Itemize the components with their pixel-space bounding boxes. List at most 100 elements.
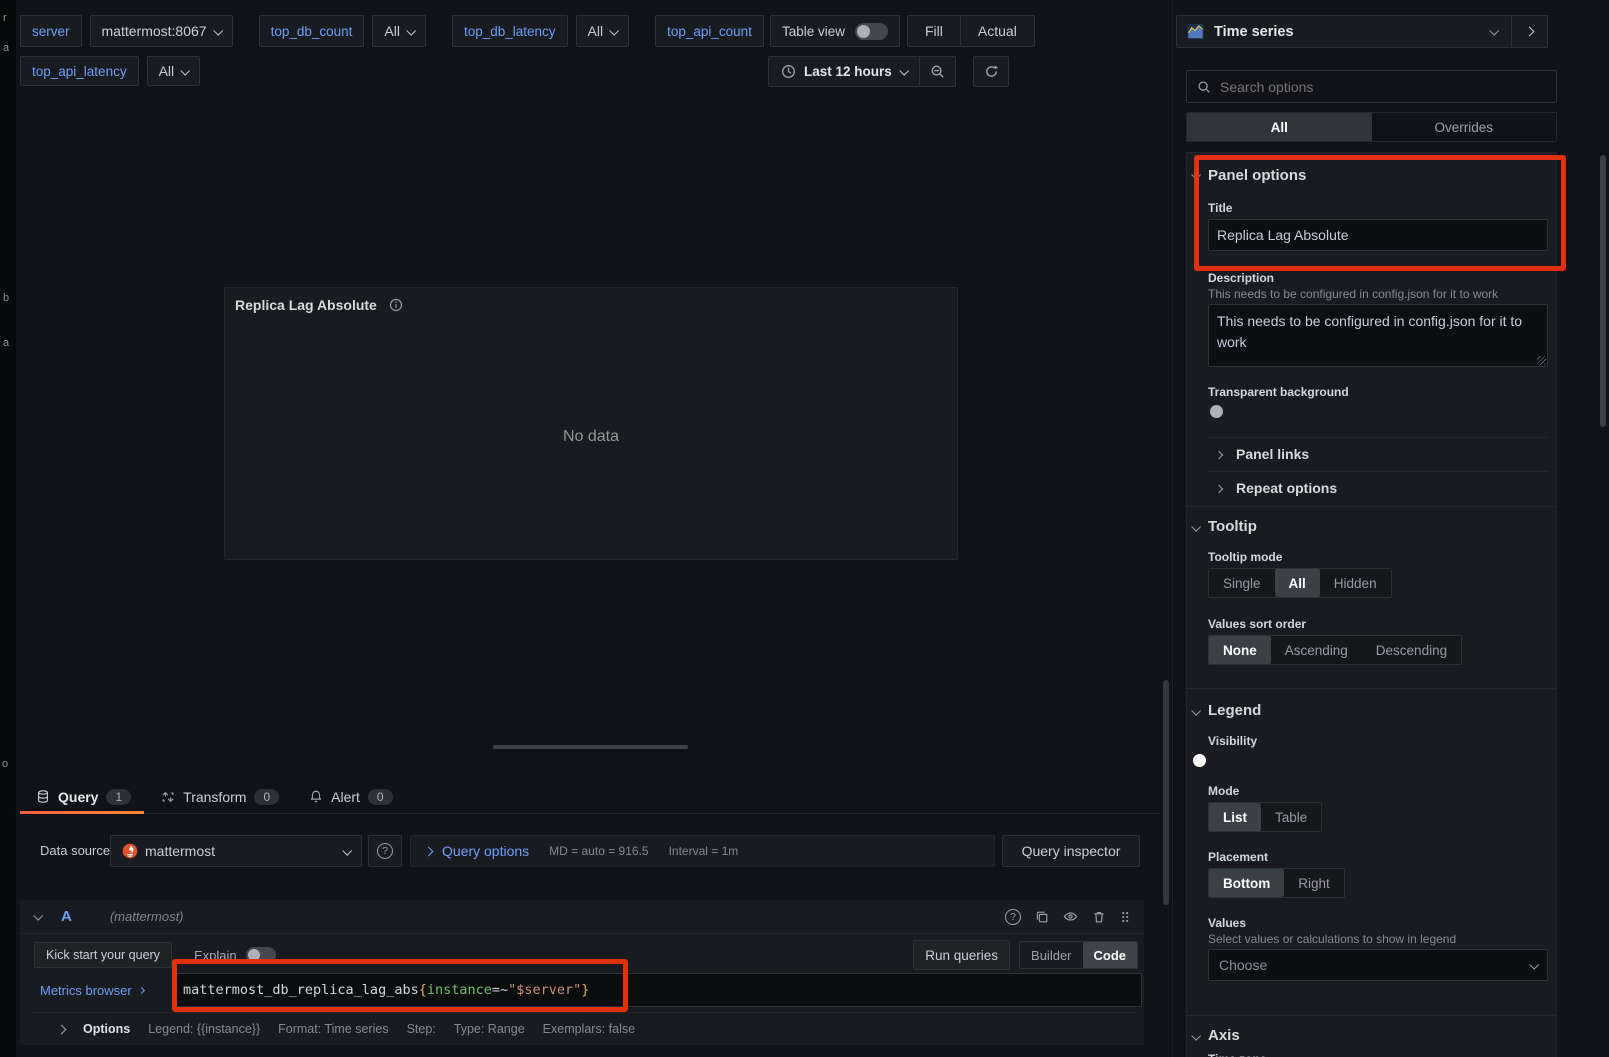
metrics-browser-link[interactable]: Metrics browser — [34, 974, 150, 1006]
chevron-right-icon — [1525, 27, 1535, 37]
legend-values-label: Values — [1208, 916, 1246, 930]
alert-count-badge: 0 — [368, 789, 393, 805]
panel-title[interactable]: Replica Lag Absolute — [235, 297, 377, 313]
promql-expression-input[interactable]: mattermost_db_replica_lag_abs{instance=~… — [172, 973, 1142, 1007]
tooltip-mode-label: Tooltip mode — [1208, 550, 1282, 564]
legend-table-option[interactable]: Table — [1261, 803, 1321, 831]
run-queries-button[interactable]: Run queries — [913, 940, 1010, 970]
query-options-toggle[interactable]: Query options — [425, 843, 529, 859]
chevron-down-icon — [342, 845, 352, 855]
panel-links-collapse[interactable]: Panel links — [1236, 446, 1309, 462]
query-row-header[interactable]: A (mattermost) ? — [20, 900, 1144, 934]
datasource-picker[interactable]: mattermost — [110, 835, 362, 867]
tab-transform[interactable]: Transform 0 — [161, 789, 279, 805]
repeat-options-collapse[interactable]: Repeat options — [1236, 480, 1337, 496]
tooltip-hidden-option[interactable]: Hidden — [1320, 569, 1391, 597]
bell-icon — [309, 789, 323, 804]
builder-option[interactable]: Builder — [1020, 942, 1082, 968]
tab-query[interactable]: Query 1 — [36, 789, 131, 805]
variable-value-top-db-latency[interactable]: All — [576, 15, 630, 47]
description-help-text: This needs to be configured in config.js… — [1208, 287, 1498, 301]
fill-actual-group: Fill Actual — [907, 15, 1035, 47]
variable-label-top-db-latency[interactable]: top_db_latency — [452, 15, 568, 47]
expr-operator: =~ — [492, 982, 508, 998]
sort-ascending-option[interactable]: Ascending — [1271, 636, 1362, 664]
query-help-icon[interactable]: ? — [1005, 909, 1021, 925]
edge-text-fragment: b — [3, 292, 9, 304]
legend-values-help: Select values or calculations to show in… — [1208, 932, 1456, 946]
pane-resize-handle[interactable] — [493, 745, 688, 749]
variable-label-top-api-count[interactable]: top_api_count — [655, 15, 764, 47]
code-option[interactable]: Code — [1083, 942, 1138, 968]
panel-title-input[interactable] — [1208, 219, 1548, 251]
transform-count-badge: 0 — [254, 789, 279, 805]
edge-text-fragment: a — [3, 337, 9, 349]
variable-value-top-db-count[interactable]: All — [372, 15, 426, 47]
grafana-panel-editor: r a b a o server mattermost:8067 top_db_… — [0, 0, 1609, 1057]
placement-right-option[interactable]: Right — [1284, 869, 1344, 897]
search-options-input[interactable] — [1220, 79, 1546, 95]
legend-section-header[interactable]: Legend — [1208, 702, 1261, 719]
prometheus-icon — [122, 843, 138, 859]
variable-label-top-api-latency[interactable]: top_api_latency — [20, 56, 139, 86]
template-variables-row1: server mattermost:8067 top_db_count All … — [20, 15, 826, 47]
legend-list-option[interactable]: List — [1209, 803, 1261, 831]
actual-button[interactable]: Actual — [961, 16, 1034, 46]
zoom-out-button[interactable] — [920, 57, 955, 86]
legend-mode-label: Mode — [1208, 784, 1239, 798]
variable-value-top-api-latency[interactable]: All — [147, 56, 201, 86]
legend-placement-control: Bottom Right — [1208, 868, 1345, 898]
legend-values-select[interactable]: Choose — [1208, 949, 1548, 981]
kick-start-query-button[interactable]: Kick start your query — [34, 942, 172, 968]
visualization-picker[interactable]: Time series — [1176, 15, 1548, 48]
query-inspector-button[interactable]: Query inspector — [1002, 835, 1140, 867]
duplicate-icon[interactable] — [1035, 910, 1049, 924]
variable-value-server[interactable]: mattermost:8067 — [90, 15, 233, 47]
legend-summary: Legend: {{instance}} — [148, 1022, 260, 1036]
visualization-name: Time series — [1214, 24, 1294, 40]
panel-preview: Replica Lag Absolute No data — [224, 287, 958, 560]
resize-grip-icon[interactable] — [1537, 356, 1546, 365]
panel-options-header[interactable]: Panel options — [1208, 167, 1306, 184]
eye-icon[interactable] — [1063, 909, 1078, 924]
sidebar-scrollbar[interactable] — [1600, 155, 1606, 427]
axis-section-header[interactable]: Axis — [1208, 1027, 1240, 1044]
expr-metric: mattermost_db_replica_lag_abs — [183, 982, 419, 998]
drag-handle-icon[interactable] — [1120, 910, 1130, 924]
collapse-options-button[interactable] — [1511, 16, 1547, 47]
sort-none-option[interactable]: None — [1209, 636, 1271, 664]
tab-all[interactable]: All — [1187, 113, 1372, 141]
tooltip-section-header[interactable]: Tooltip — [1208, 518, 1257, 535]
explain-switch[interactable] — [246, 947, 276, 963]
info-icon[interactable] — [389, 298, 403, 312]
panel-description-textarea[interactable]: This needs to be configured in config.js… — [1208, 304, 1548, 367]
variable-label-server[interactable]: server — [20, 15, 82, 47]
zoom-out-icon — [930, 64, 945, 79]
chevron-right-icon — [138, 986, 145, 993]
datasource-help-button[interactable]: ? — [368, 835, 402, 867]
template-variables-row2: top_api_latency All — [20, 56, 200, 86]
placement-bottom-option[interactable]: Bottom — [1209, 869, 1284, 897]
max-data-points-summary: MD = auto = 916.5 — [549, 844, 648, 858]
values-sort-order-control: None Ascending Descending — [1208, 635, 1462, 665]
variable-label-top-db-count[interactable]: top_db_count — [259, 15, 365, 47]
tab-overrides[interactable]: Overrides — [1372, 113, 1557, 141]
main-scrollbar[interactable] — [1163, 680, 1169, 905]
chevron-down-icon — [899, 66, 909, 76]
sort-descending-option[interactable]: Descending — [1362, 636, 1461, 664]
tooltip-mode-control: Single All Hidden — [1208, 568, 1392, 598]
search-options-box[interactable] — [1186, 70, 1557, 103]
editor-tabs: Query 1 Transform 0 Alert 0 — [20, 780, 1160, 814]
time-range-picker[interactable]: Last 12 hours — [769, 57, 920, 86]
trash-icon[interactable] — [1092, 910, 1106, 924]
chevron-down-icon — [1529, 959, 1539, 969]
tab-alert[interactable]: Alert 0 — [309, 789, 392, 805]
tooltip-all-option[interactable]: All — [1275, 569, 1320, 597]
fill-button[interactable]: Fill — [908, 16, 961, 46]
table-view-switch[interactable] — [855, 23, 888, 40]
refresh-button[interactable] — [973, 56, 1009, 87]
transform-icon — [161, 790, 175, 804]
tooltip-single-option[interactable]: Single — [1209, 569, 1275, 597]
options-toggle[interactable]: Options — [58, 1022, 130, 1036]
left-edge-strip: r a b a o — [0, 0, 16, 1057]
